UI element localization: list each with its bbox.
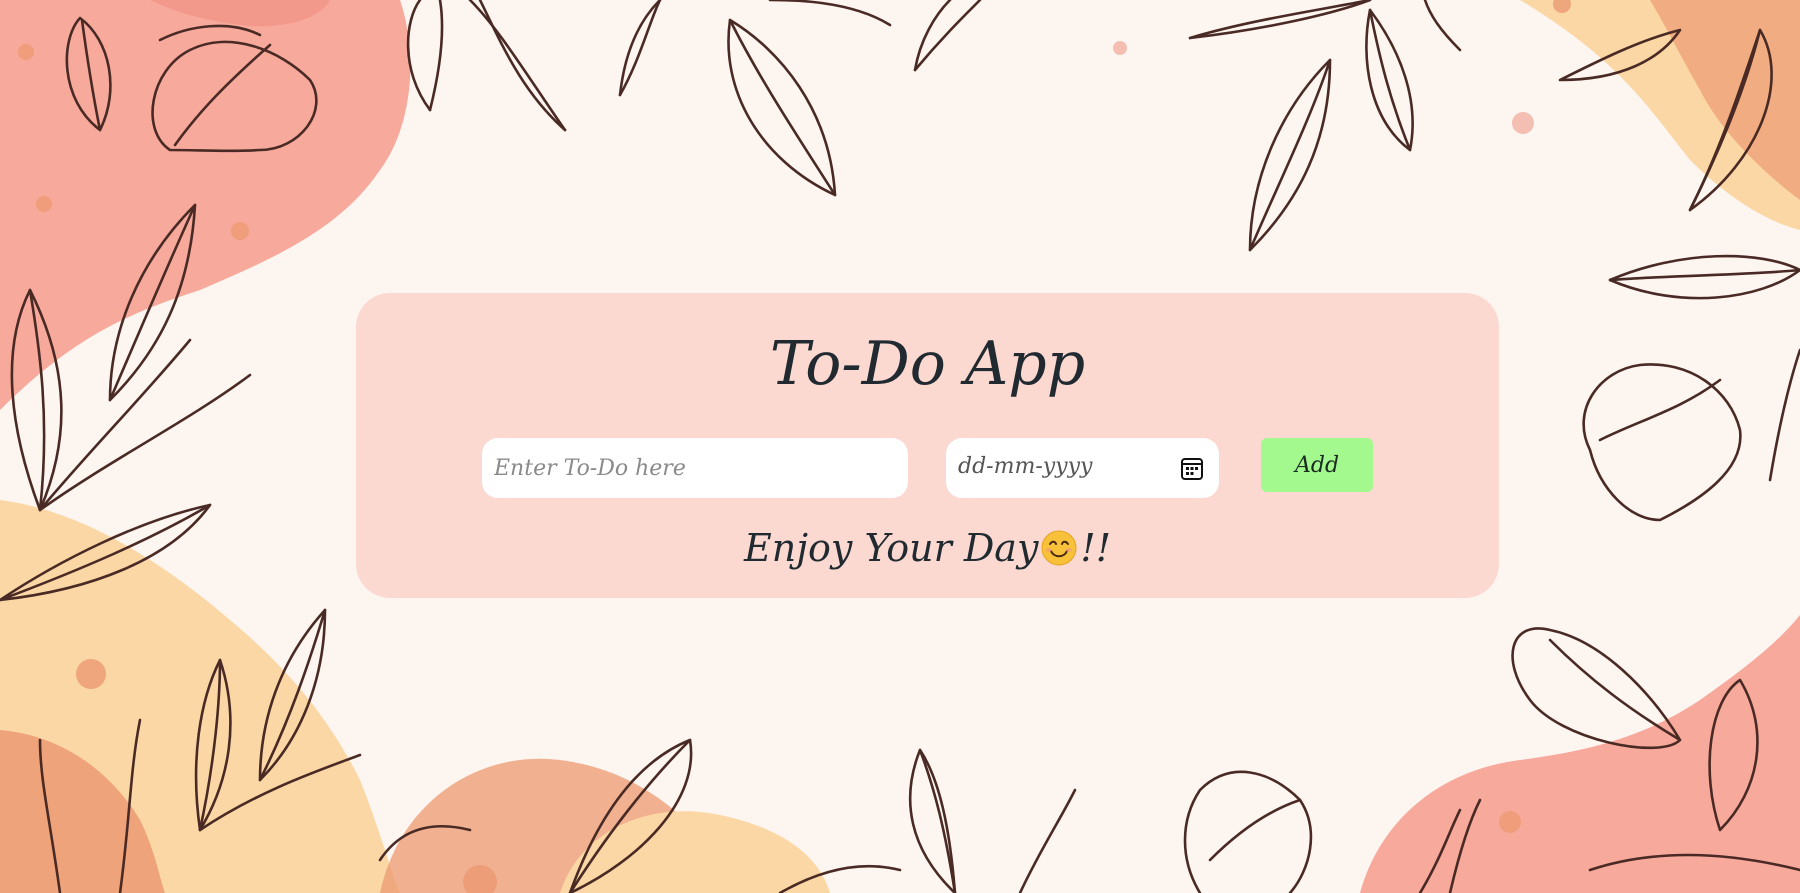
tagline-suffix: !! bbox=[1080, 526, 1111, 570]
todo-input[interactable] bbox=[482, 438, 908, 498]
todo-card: To-Do App dd-mm-yyyy Add Enjoy Your Day … bbox=[356, 293, 1499, 598]
date-input[interactable]: dd-mm-yyyy bbox=[946, 438, 1219, 498]
tagline-text: Enjoy Your Day bbox=[744, 526, 1039, 570]
calendar-icon[interactable] bbox=[1180, 455, 1204, 481]
smiling-face-emoji-icon bbox=[1041, 530, 1077, 566]
background-blob bbox=[0, 0, 411, 410]
add-button[interactable]: Add bbox=[1261, 438, 1373, 492]
tagline: Enjoy Your Day !! bbox=[356, 524, 1499, 572]
background-blob bbox=[1360, 615, 1800, 893]
app-title: To-Do App bbox=[769, 329, 1086, 399]
date-placeholder: dd-mm-yyyy bbox=[958, 454, 1093, 479]
